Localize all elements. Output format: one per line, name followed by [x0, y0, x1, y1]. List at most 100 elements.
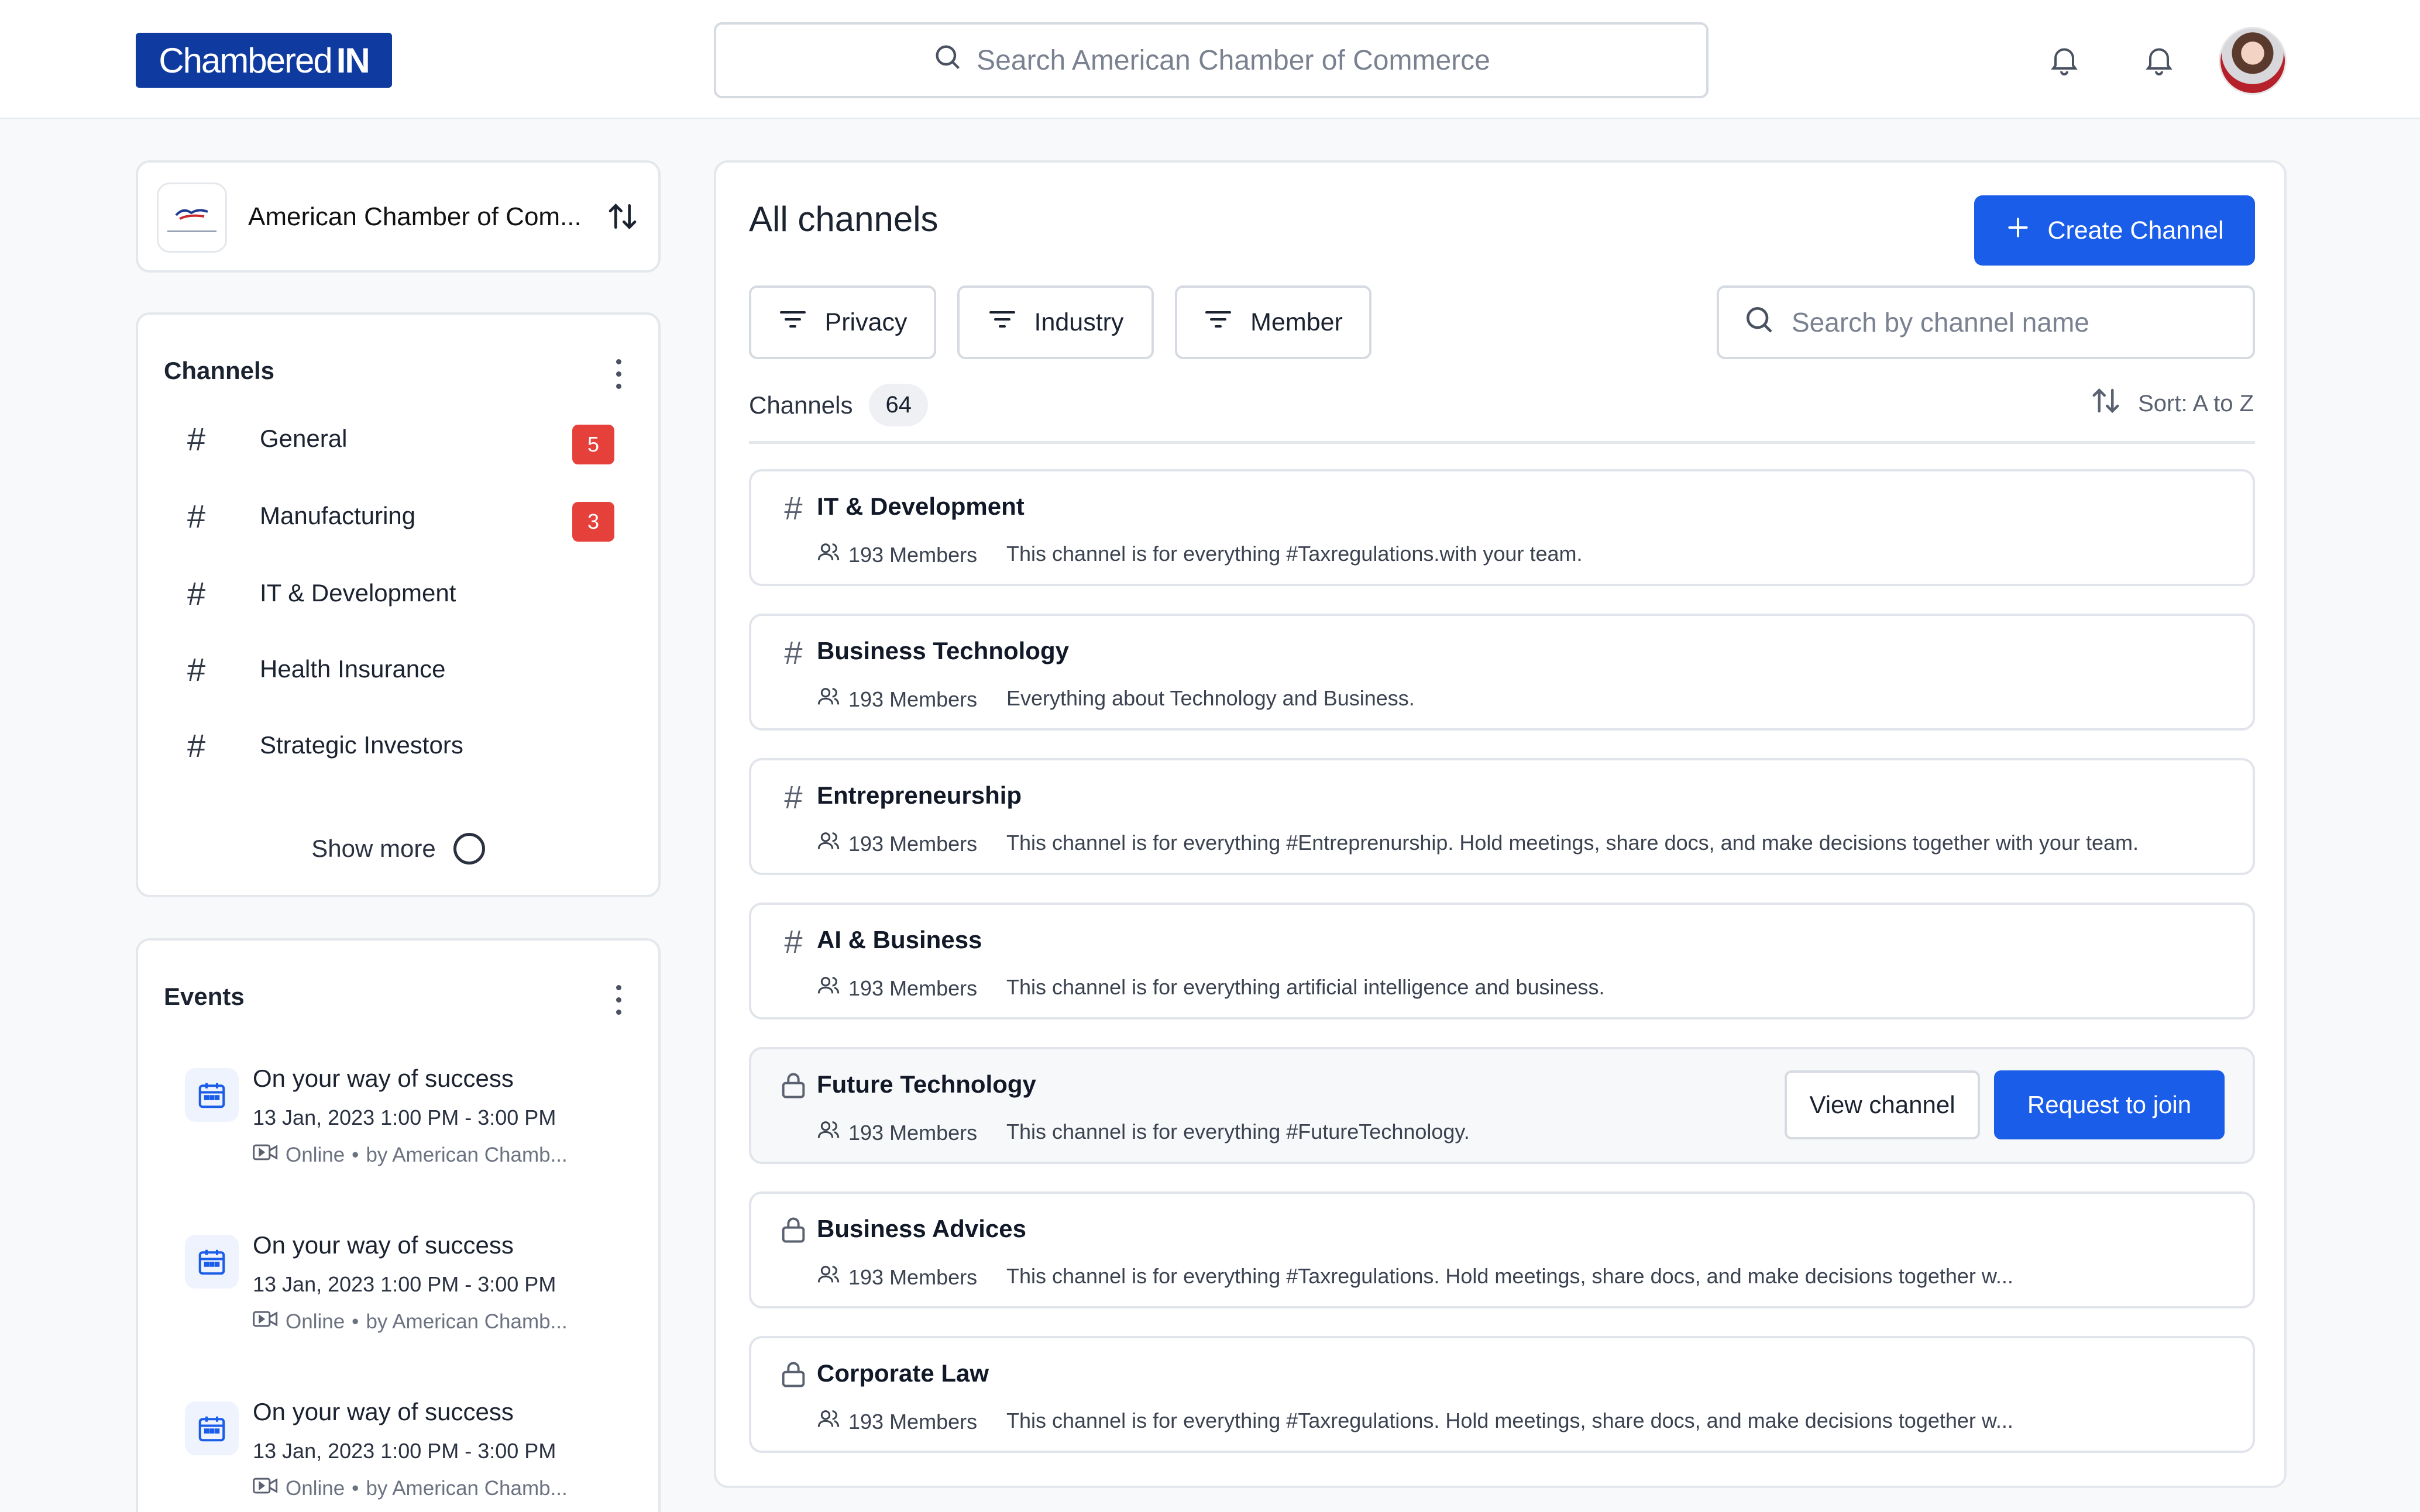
channel-description: This channel is for everything artificia… — [1006, 975, 1605, 999]
event-item[interactable]: On your way of success 13 Jan, 2023 1:00… — [185, 1058, 630, 1198]
avatar[interactable] — [2219, 27, 2287, 95]
event-meta: Online • by American Chamb... — [253, 1308, 568, 1335]
filter-label: Industry — [1034, 308, 1124, 336]
alerts-bell-icon[interactable] — [2136, 36, 2182, 83]
filter-icon — [778, 308, 807, 337]
filter-label: Privacy — [824, 308, 908, 336]
sidebar-item-general[interactable]: # General 5 — [187, 415, 614, 464]
video-camera-icon — [253, 1142, 279, 1168]
channel-count: Channels 64 — [749, 384, 928, 426]
dot-separator: • — [352, 1476, 359, 1500]
member-count: 193 Members — [817, 1263, 977, 1291]
lock-icon — [777, 1358, 810, 1391]
notifications-bell-icon[interactable] — [2041, 36, 2088, 83]
member-count: 193 Members — [817, 829, 977, 858]
event-title: On your way of success — [253, 1065, 514, 1092]
event-mode: Online — [286, 1143, 345, 1166]
sidebar-item-manufacturing[interactable]: # Manufacturing 3 — [187, 492, 614, 542]
events-panel: Events On your way of success 13 Jan, 20… — [136, 938, 661, 1512]
channel-name: AI & Business — [817, 926, 982, 953]
create-channel-button[interactable]: Create Channel — [1974, 195, 2255, 266]
dot-separator: • — [352, 1310, 359, 1333]
channel-row[interactable]: # AI & Business 193 Members This channel… — [749, 903, 2255, 1020]
channel-description: Everything about Technology and Business… — [1006, 686, 1415, 710]
filter-privacy-button[interactable]: Privacy — [749, 285, 936, 359]
hash-icon: # — [784, 633, 803, 671]
event-title: On your way of success — [253, 1231, 514, 1259]
channel-name: IT & Development — [817, 492, 1025, 520]
request-to-join-button[interactable]: Request to join — [1994, 1070, 2225, 1139]
organization-selector[interactable]: American Chamber of Com... — [136, 160, 661, 273]
sidebar-item-health-insurance[interactable]: # Health Insurance — [187, 646, 614, 693]
lock-icon — [777, 1069, 810, 1102]
sort-button[interactable]: Sort: A to Z — [2090, 385, 2254, 422]
sidebar-channels-title: Channels — [164, 357, 275, 384]
channel-row[interactable]: Business Advices 193 Members This channe… — [749, 1191, 2255, 1308]
show-more-button[interactable]: Show more — [138, 833, 658, 865]
event-meta: Online • by American Chamb... — [253, 1142, 568, 1168]
channel-row[interactable]: Future Technology 193 Members This chann… — [749, 1047, 2255, 1164]
sidebar-item-label: IT & Development — [260, 579, 456, 607]
plus-icon — [2005, 215, 2031, 247]
channel-row[interactable]: # Business Technology 193 Members Everyt… — [749, 614, 2255, 731]
calendar-icon — [185, 1235, 239, 1289]
event-host: by American Chamb... — [366, 1476, 568, 1500]
channel-row[interactable]: # IT & Development 193 Members This chan… — [749, 469, 2255, 586]
channel-description: This channel is for everything #Taxregul… — [1006, 1408, 2013, 1432]
member-count: 193 Members — [817, 1118, 977, 1147]
page-title: All channels — [749, 199, 939, 239]
event-mode: Online — [286, 1310, 345, 1333]
sidebar-item-it-development[interactable]: # IT & Development — [187, 570, 614, 616]
swap-vertical-icon[interactable] — [606, 200, 639, 236]
create-channel-label: Create Channel — [2047, 216, 2224, 244]
calendar-icon — [185, 1068, 239, 1122]
hash-icon: # — [187, 420, 206, 457]
sidebar-item-label: Health Insurance — [260, 655, 446, 683]
video-camera-icon — [253, 1308, 279, 1335]
sidebar-channels-panel: Channels # General 5 # Manufacturing 3 #… — [136, 312, 661, 897]
channel-row[interactable]: # Entrepreneurship 193 Members This chan… — [749, 758, 2255, 875]
event-item[interactable]: On your way of success 13 Jan, 2023 1:00… — [185, 1391, 630, 1512]
loading-circle-icon — [453, 833, 485, 865]
filter-icon — [1204, 308, 1233, 337]
event-meta: Online • by American Chamb... — [253, 1475, 568, 1501]
logo[interactable]: Chambered IN — [136, 33, 392, 88]
hash-icon: # — [784, 489, 803, 526]
member-count: 193 Members — [817, 1407, 977, 1436]
users-icon — [817, 540, 840, 569]
event-mode: Online — [286, 1476, 345, 1500]
event-time: 13 Jan, 2023 1:00 PM - 3:00 PM — [253, 1272, 556, 1296]
all-channels-panel: All channels Create Channel Privacy Indu… — [714, 160, 2287, 1488]
global-search-input[interactable]: Search American Chamber of Commerce — [714, 22, 1709, 98]
channel-search-placeholder: Search by channel name — [1792, 307, 2089, 337]
event-time: 13 Jan, 2023 1:00 PM - 3:00 PM — [253, 1439, 556, 1463]
sidebar-item-strategic-investors[interactable]: # Strategic Investors — [187, 722, 614, 769]
events-more-icon[interactable] — [613, 985, 624, 1015]
video-camera-icon — [253, 1475, 279, 1501]
member-count-text: 193 Members — [848, 1265, 978, 1289]
event-item[interactable]: On your way of success 13 Jan, 2023 1:00… — [185, 1224, 630, 1365]
channel-description: This channel is for everything #Taxregul… — [1006, 1264, 2013, 1288]
view-channel-button[interactable]: View channel — [1785, 1070, 1980, 1139]
member-count-text: 193 Members — [848, 831, 978, 856]
event-host: by American Chamb... — [366, 1143, 568, 1166]
channel-count-badge: 64 — [869, 384, 928, 426]
filter-industry-button[interactable]: Industry — [957, 285, 1154, 359]
users-icon — [817, 1263, 840, 1291]
users-icon — [817, 974, 840, 1003]
sidebar-item-label: Strategic Investors — [260, 731, 463, 759]
filter-member-button[interactable]: Member — [1175, 285, 1371, 359]
channels-more-icon[interactable] — [613, 359, 624, 389]
member-count: 193 Members — [817, 540, 977, 569]
search-icon — [1742, 303, 1775, 342]
unread-badge: 5 — [572, 425, 614, 464]
sort-icon — [2090, 385, 2122, 422]
channel-search-input[interactable]: Search by channel name — [1717, 285, 2255, 359]
calendar-icon — [185, 1401, 239, 1455]
hash-icon: # — [187, 726, 206, 764]
member-count-text: 193 Members — [848, 542, 978, 567]
logo-text: Chambered — [159, 40, 333, 80]
hash-icon: # — [187, 650, 206, 688]
channel-row[interactable]: Corporate Law 193 Members This channel i… — [749, 1336, 2255, 1453]
channel-description: This channel is for everything #Entrepre… — [1006, 831, 2139, 855]
